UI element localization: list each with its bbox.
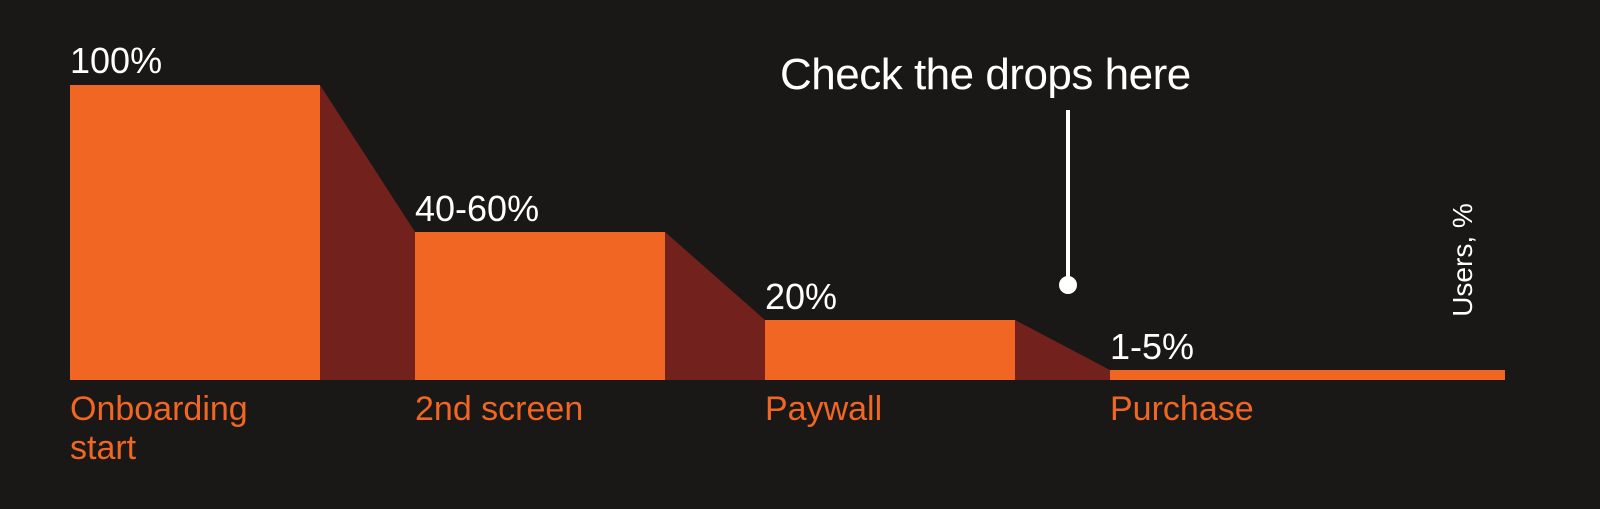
connector-2-3 <box>1015 320 1110 380</box>
bar-2 <box>765 320 1015 380</box>
bar-0 <box>70 85 320 380</box>
y-axis-label: Users, % <box>1447 203 1479 317</box>
annotation-text: Check the drops here <box>780 50 1300 100</box>
chart-plot-area: 100% 40-60% 20% 1-5% Check the drops her… <box>70 40 1510 380</box>
connector-1-2 <box>665 232 765 380</box>
category-label-2: Paywall <box>765 390 882 429</box>
value-label-0: 100% <box>70 40 162 82</box>
bar-1 <box>415 232 665 380</box>
connector-0-1 <box>320 85 415 380</box>
funnel-chart: 100% 40-60% 20% 1-5% Check the drops her… <box>70 40 1510 480</box>
value-label-3: 1-5% <box>1110 326 1194 368</box>
value-label-1: 40-60% <box>415 188 539 230</box>
annotation-pointer-dot <box>1059 276 1077 294</box>
annotation-pointer-line <box>1066 110 1070 280</box>
category-label-0: Onboardingstart <box>70 390 248 468</box>
category-label-3: Purchase <box>1110 390 1254 429</box>
bar-3 <box>1110 370 1505 380</box>
annotation-callout: Check the drops here <box>780 50 1300 100</box>
category-label-1: 2nd screen <box>415 390 583 429</box>
value-label-2: 20% <box>765 276 837 318</box>
